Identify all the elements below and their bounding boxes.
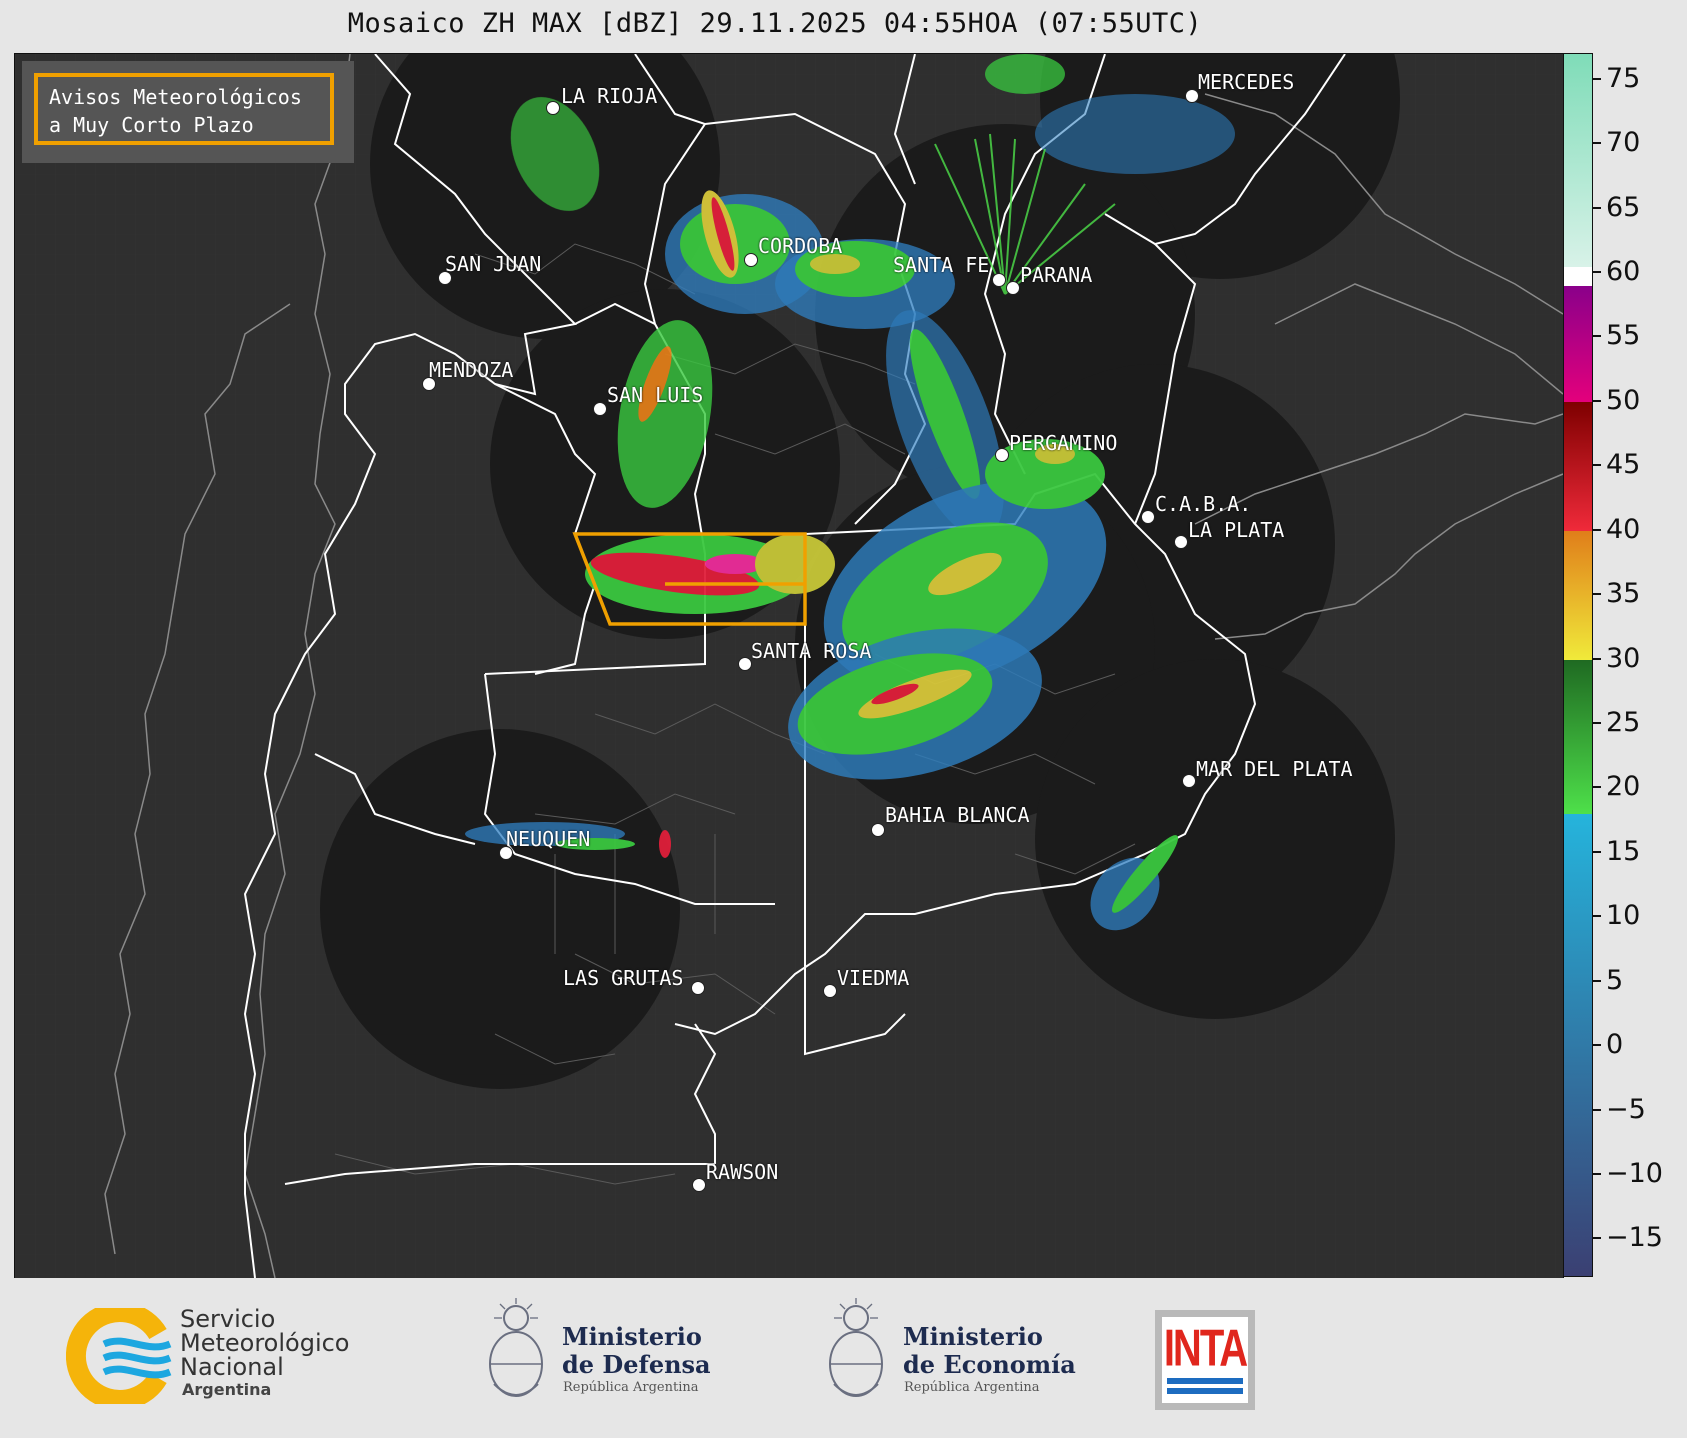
colorbar-tick-label: 50 bbox=[1606, 384, 1641, 416]
map-title: Mosaico ZH MAX [dBZ] 29.11.2025 04:55HOA… bbox=[347, 8, 1203, 39]
inta-logo: INTA bbox=[1155, 1310, 1255, 1410]
defensa-line3: República Argentina bbox=[563, 1380, 699, 1395]
colorbar-tick bbox=[1593, 399, 1601, 402]
colorbar-tick bbox=[1593, 528, 1601, 531]
city-marker[interactable] bbox=[1185, 89, 1199, 103]
colorbar-band bbox=[1564, 814, 1592, 1276]
inta-logo-text: INTA bbox=[1163, 1320, 1248, 1378]
economia-line3: República Argentina bbox=[904, 1380, 1040, 1395]
colorbar-tick-label: 60 bbox=[1606, 256, 1641, 288]
colorbar-tick bbox=[1593, 142, 1601, 145]
radar-map[interactable]: LA RIOJA SAN JUAN CORDOBA SANTA FE PARAN… bbox=[14, 53, 1564, 1279]
colorbar-band bbox=[1564, 54, 1592, 267]
city-marker[interactable] bbox=[691, 981, 705, 995]
footer-logos: Servicio Meteorológico Nacional Argentin… bbox=[0, 1278, 1687, 1438]
colorbar-tick-label: 65 bbox=[1606, 191, 1641, 223]
city-marker[interactable] bbox=[692, 1178, 706, 1192]
colorbar-band bbox=[1564, 401, 1592, 531]
colorbar-tick-label: 75 bbox=[1606, 62, 1641, 94]
colorbar-tick bbox=[1593, 206, 1601, 209]
alert-legend: Avisos Meteorológicos a Muy Corto Plazo bbox=[34, 73, 334, 145]
colorbar-tick bbox=[1593, 464, 1601, 467]
colorbar-tick-label: 10 bbox=[1606, 900, 1641, 932]
colorbar-tick bbox=[1593, 850, 1601, 853]
city-label: SANTA ROSA bbox=[751, 639, 872, 663]
city-label: CORDOBA bbox=[758, 234, 843, 258]
colorbar-band bbox=[1564, 266, 1592, 286]
colorbar-tick bbox=[1593, 915, 1601, 918]
city-label: MERCEDES bbox=[1198, 70, 1295, 94]
colorbar-tick-label: 0 bbox=[1606, 1029, 1624, 1061]
alert-legend-line2: a Muy Corto Plazo bbox=[49, 113, 254, 137]
colorbar-tick bbox=[1593, 1172, 1601, 1175]
colorbar-tick-label: 35 bbox=[1606, 578, 1641, 610]
colorbar-tick bbox=[1593, 593, 1601, 596]
city-marker[interactable] bbox=[823, 984, 837, 998]
colorbar-tick bbox=[1593, 1237, 1601, 1240]
colorbar-band bbox=[1564, 530, 1592, 660]
colorbar-tick bbox=[1593, 335, 1601, 338]
city-marker[interactable] bbox=[871, 823, 885, 837]
colorbar-tick-label: 70 bbox=[1606, 127, 1641, 159]
colorbar-tick-label: 45 bbox=[1606, 449, 1641, 481]
economia-line1: Ministerio bbox=[903, 1322, 1043, 1351]
city-label: MAR DEL PLATA bbox=[1196, 757, 1353, 781]
city-label: LAS GRUTAS bbox=[563, 966, 684, 990]
city-label: SANTA FE bbox=[893, 253, 990, 277]
colorbar-tick-label: 15 bbox=[1606, 835, 1641, 867]
city-marker[interactable] bbox=[738, 657, 752, 671]
city-label: RAWSON bbox=[706, 1160, 779, 1184]
city-label: BAHIA BLANCA bbox=[885, 803, 1030, 827]
city-label: NEUQUEN bbox=[506, 827, 591, 851]
city-marker[interactable] bbox=[1174, 535, 1188, 549]
colorbar-tick bbox=[1593, 1108, 1601, 1111]
city-label: VIEDMA bbox=[837, 966, 910, 990]
colorbar-tick-label: −10 bbox=[1606, 1157, 1663, 1189]
smn-logo-icon bbox=[66, 1308, 172, 1404]
coat-of-arms-defensa-icon bbox=[489, 1298, 543, 1397]
city-label: SAN JUAN bbox=[445, 252, 542, 276]
city-marker[interactable] bbox=[546, 101, 560, 115]
colorbar-tick bbox=[1593, 979, 1601, 982]
colorbar-tick-label: 25 bbox=[1606, 706, 1641, 738]
city-label: MENDOZA bbox=[429, 358, 514, 382]
city-label: LA PLATA bbox=[1188, 518, 1285, 542]
colorbar-tick bbox=[1593, 786, 1601, 789]
colorbar-tick-label: 20 bbox=[1606, 771, 1641, 803]
city-label: PERGAMINO bbox=[1009, 431, 1118, 455]
city-marker[interactable] bbox=[992, 273, 1006, 287]
colorbar-tick-label: 55 bbox=[1606, 320, 1641, 352]
city-marker[interactable] bbox=[1182, 774, 1196, 788]
colorbar-tick-label: 40 bbox=[1606, 513, 1641, 545]
colorbar bbox=[1563, 53, 1593, 1277]
coat-of-arms-economia-icon bbox=[829, 1298, 883, 1397]
defensa-line1: Ministerio bbox=[562, 1322, 702, 1351]
colorbar-tick-label: −15 bbox=[1606, 1222, 1663, 1254]
smn-name-line4: Argentina bbox=[182, 1380, 272, 1399]
smn-name-line3: Nacional bbox=[180, 1353, 284, 1381]
city-label: C.A.B.A. bbox=[1155, 492, 1252, 516]
colorbar-tick bbox=[1593, 271, 1601, 274]
defensa-line2: de Defensa bbox=[562, 1350, 711, 1379]
colorbar-tick bbox=[1593, 721, 1601, 724]
colorbar-tick bbox=[1593, 1044, 1601, 1047]
alert-legend-line1: Avisos Meteorológicos bbox=[49, 85, 302, 109]
city-marker[interactable] bbox=[1141, 510, 1155, 524]
city-label: LA RIOJA bbox=[561, 84, 658, 108]
colorbar-tick-label: −5 bbox=[1606, 1093, 1646, 1125]
colorbar-tick-label: 5 bbox=[1606, 964, 1624, 996]
colorbar-tick bbox=[1593, 657, 1601, 660]
colorbar-tick bbox=[1593, 77, 1601, 80]
city-label: PARANA bbox=[1020, 263, 1093, 287]
colorbar-tick-label: 30 bbox=[1606, 642, 1641, 674]
city-marker[interactable] bbox=[593, 402, 607, 416]
colorbar-band bbox=[1564, 285, 1592, 402]
colorbar-band bbox=[1564, 659, 1592, 815]
economia-line2: de Economía bbox=[903, 1350, 1076, 1379]
city-marker[interactable] bbox=[1006, 281, 1020, 295]
city-marker[interactable] bbox=[995, 448, 1009, 462]
city-marker[interactable] bbox=[744, 253, 758, 267]
city-label: SAN LUIS bbox=[607, 383, 704, 407]
